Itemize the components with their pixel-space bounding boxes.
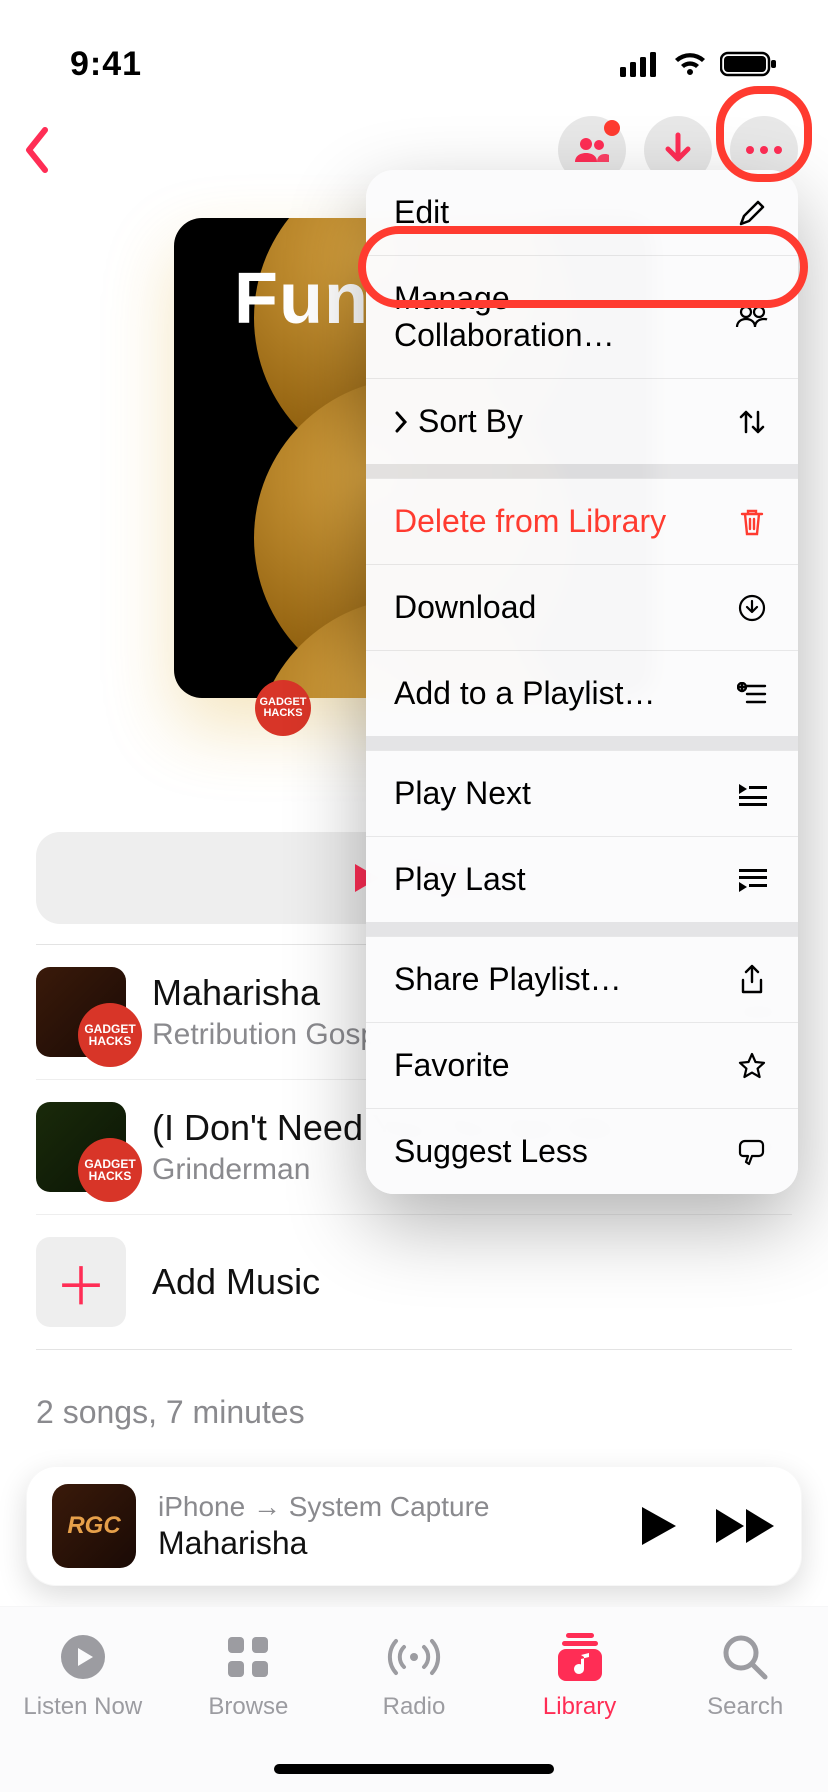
add-music-button[interactable]: ＋ Add Music [36,1214,792,1349]
list-plus-icon [737,682,767,706]
menu-suggest-less[interactable]: Suggest Less [366,1108,798,1194]
battery-icon [720,51,778,77]
star-icon [737,1051,767,1081]
song-artwork: GADGETHACKS [36,967,126,1057]
home-indicator[interactable] [274,1764,554,1774]
menu-add-to-playlist[interactable]: Add to a Playlist… [366,650,798,736]
menu-sort-by[interactable]: Sort By [366,378,798,464]
play-icon[interactable] [640,1505,678,1547]
playlist-summary: 2 songs, 7 minutes [0,1350,828,1431]
now-playing-route: iPhone → System Capture [158,1491,618,1523]
people-outline-icon [735,305,769,329]
sort-arrows-icon [737,408,767,436]
wifi-icon [672,51,708,77]
menu-download[interactable]: Download [366,564,798,650]
now-playing-bar[interactable]: RGC iPhone → System Capture Maharisha [26,1466,802,1586]
menu-delete[interactable]: Delete from Library [366,478,798,564]
notification-badge-icon [604,120,620,136]
watermark-badge: GADGETHACKS [255,680,311,736]
download-arrow-icon [662,132,694,168]
people-icon [573,136,611,164]
chevron-left-icon [23,126,53,174]
tab-radio[interactable]: Radio [344,1631,484,1721]
back-button[interactable] [18,122,58,178]
trash-icon [739,507,765,537]
grid-icon [226,1635,270,1679]
tab-search[interactable]: Search [675,1631,815,1721]
menu-edit[interactable]: Edit [366,170,798,255]
play-circle-icon [59,1633,107,1681]
ellipsis-icon [744,145,784,155]
menu-play-next[interactable]: Play Next [366,750,798,836]
menu-manage-collaboration[interactable]: Manage Collaboration… [366,255,798,378]
now-playing-title: Maharisha [158,1525,618,1562]
playlist-title: Fun [234,258,369,340]
tab-browse[interactable]: Browse [178,1631,318,1721]
now-playing-artwork: RGC [52,1484,136,1568]
menu-play-last[interactable]: Play Last [366,836,798,922]
song-artwork: GADGETHACKS [36,1102,126,1192]
download-circle-icon [738,594,766,622]
search-icon [722,1634,768,1680]
plus-icon: ＋ [36,1237,126,1327]
radio-waves-icon [386,1635,442,1679]
library-icon [558,1633,602,1681]
tab-listen-now[interactable]: Listen Now [13,1631,153,1721]
menu-favorite[interactable]: Favorite [366,1022,798,1108]
pencil-icon [738,199,766,227]
play-next-icon [737,782,767,806]
cellular-icon [620,51,660,77]
fast-forward-icon[interactable] [714,1507,776,1545]
play-last-icon [737,868,767,892]
chevron-right-icon [394,411,408,433]
status-time: 9:41 [70,45,142,84]
menu-share[interactable]: Share Playlist… [366,936,798,1022]
tab-library[interactable]: Library [510,1631,650,1721]
context-menu: Edit Manage Collaboration… Sort By Delet… [366,170,798,1194]
status-bar: 9:41 [0,0,828,100]
add-music-label: Add Music [152,1261,320,1303]
thumbs-down-icon [737,1137,767,1167]
share-icon [739,964,765,996]
status-icons [620,51,778,77]
